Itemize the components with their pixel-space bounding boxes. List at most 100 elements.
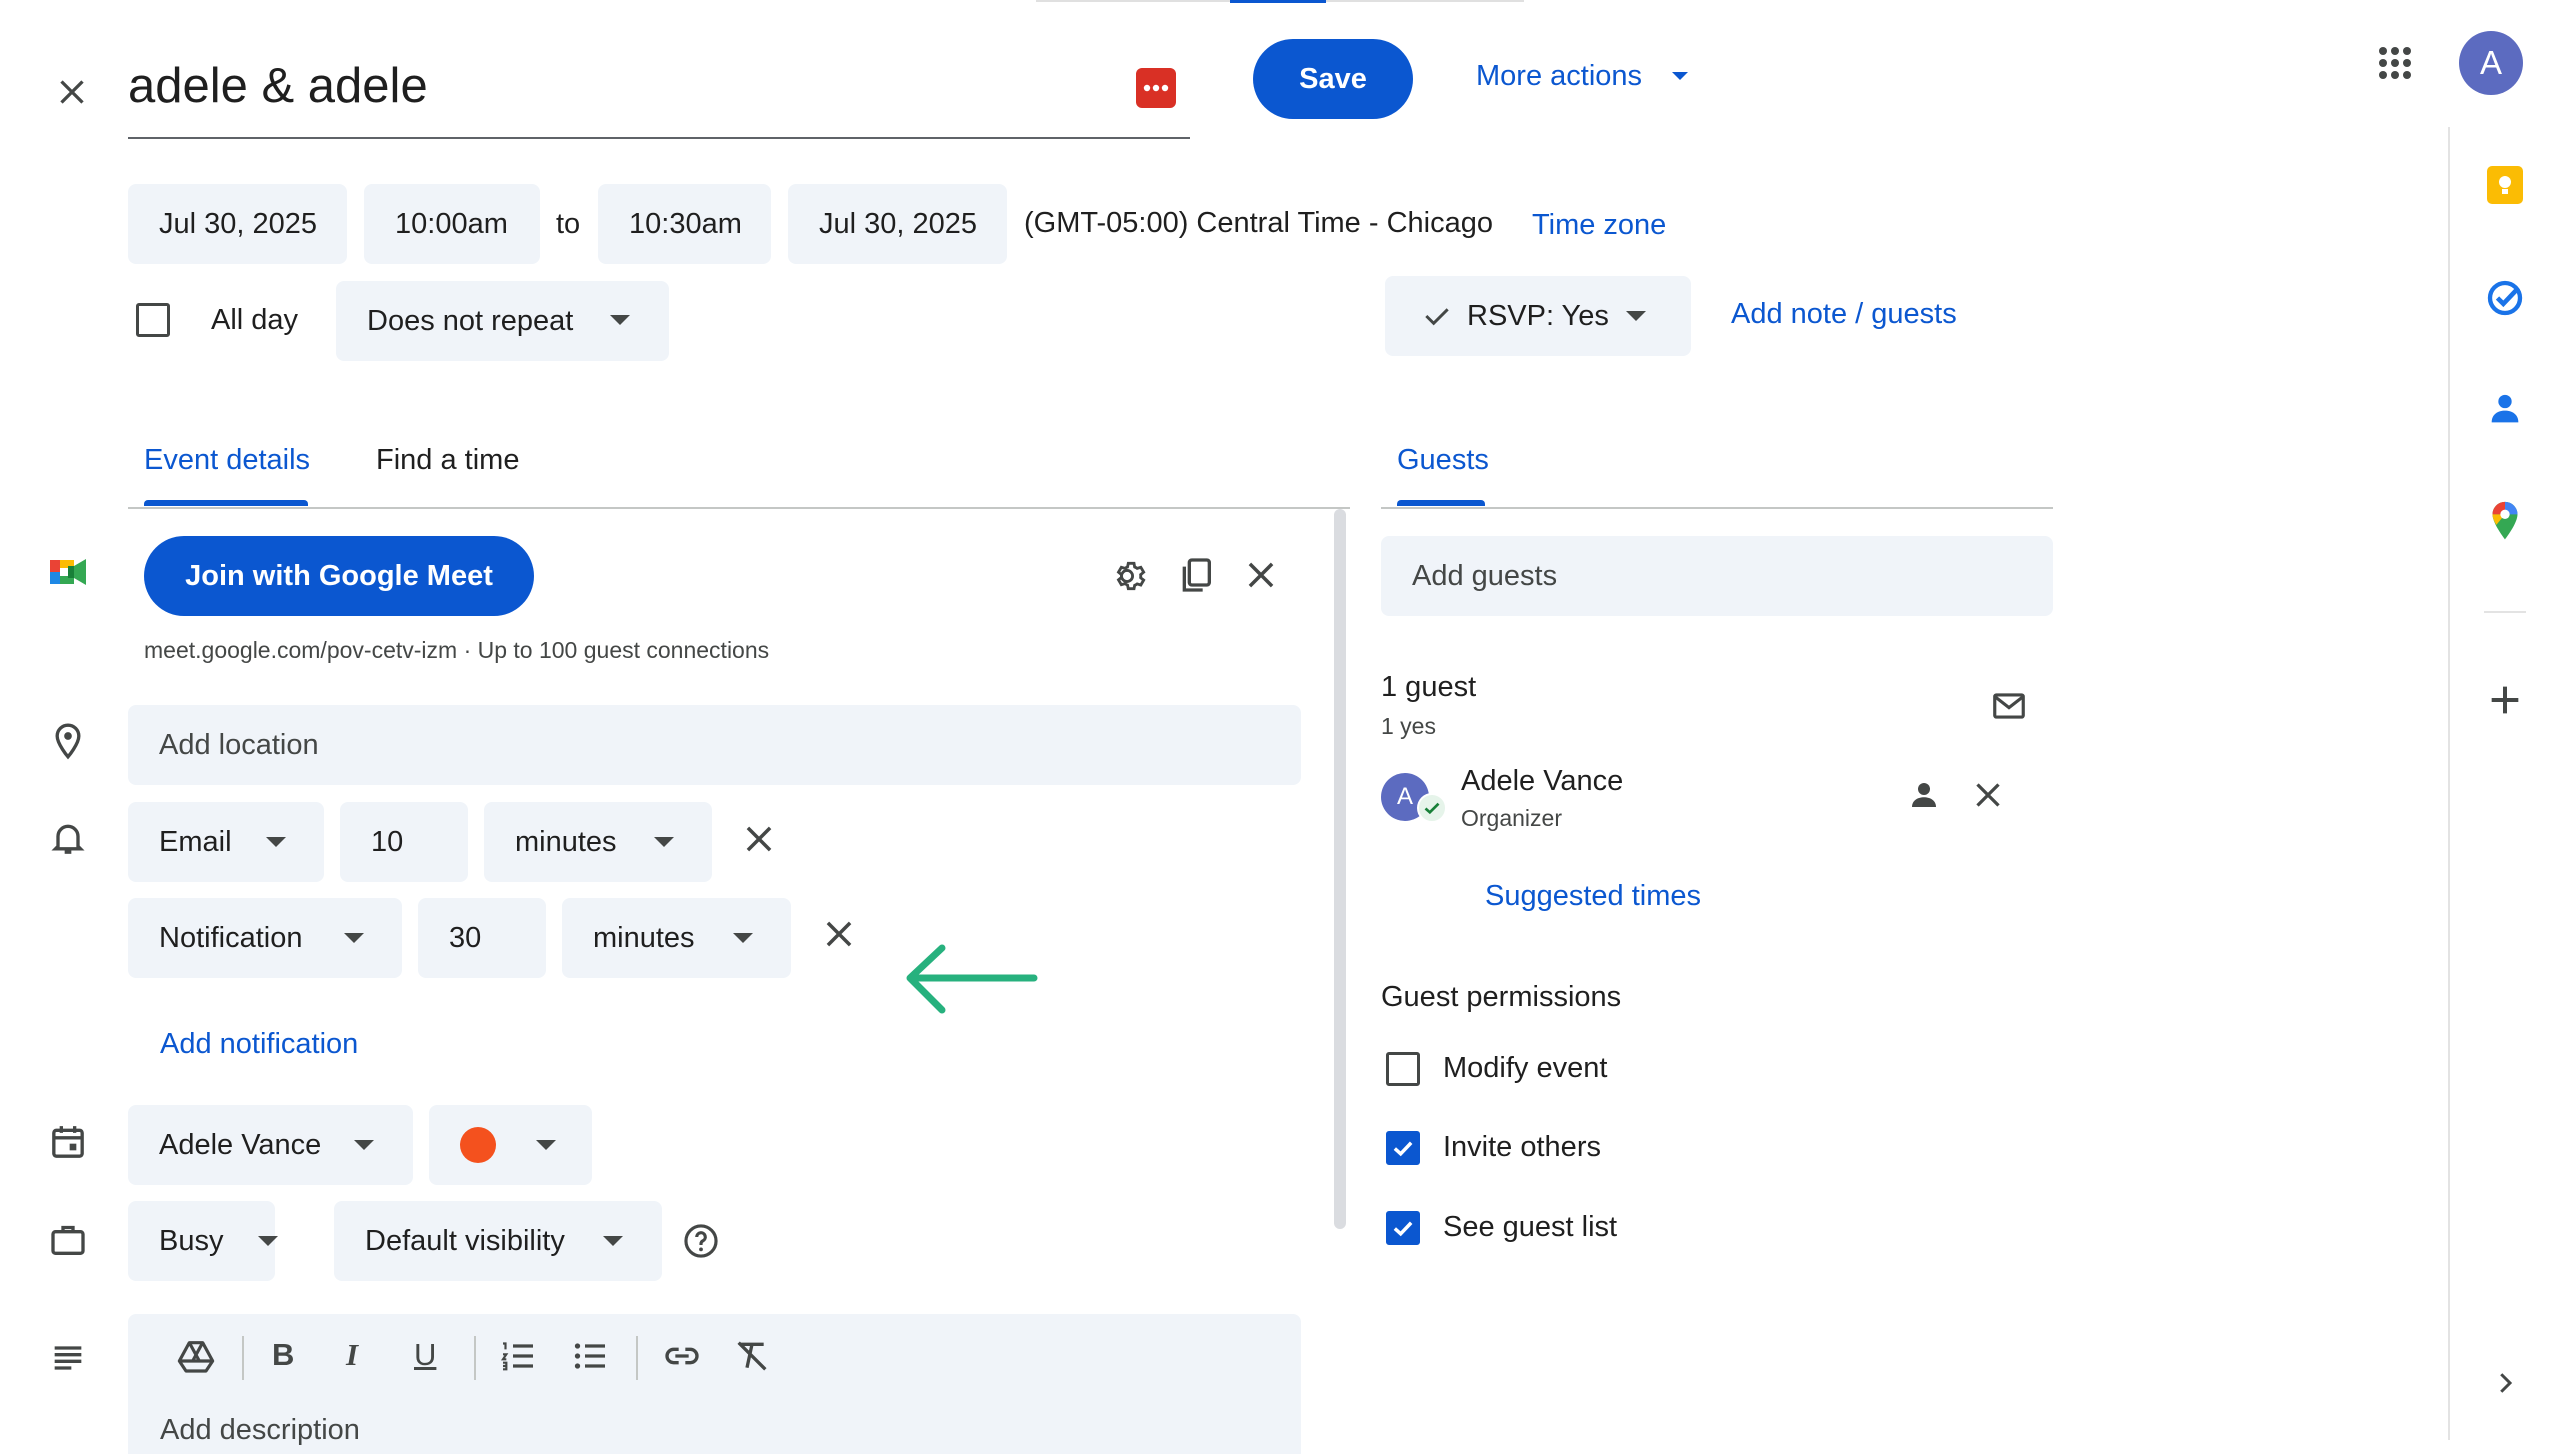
notification-2-method: Notification — [159, 921, 303, 954]
notification-2-unit: minutes — [593, 921, 695, 954]
tab-find-a-time[interactable]: Find a time — [376, 444, 519, 477]
add-guests-input[interactable]: Add guests — [1381, 536, 2053, 616]
end-date-field[interactable]: Jul 30, 2025 — [788, 184, 1007, 264]
copy-icon[interactable] — [1176, 555, 1216, 595]
bold-icon[interactable]: B — [272, 1337, 294, 1373]
start-date-field[interactable]: Jul 30, 2025 — [128, 184, 347, 264]
location-pin-icon — [55, 723, 81, 760]
side-panel-separator — [2484, 611, 2526, 613]
notification-2-amount-input[interactable]: 30 — [418, 898, 546, 978]
bulleted-list-icon[interactable] — [570, 1336, 610, 1376]
meet-icon — [50, 559, 86, 585]
description-placeholder[interactable]: Add description — [160, 1414, 360, 1447]
meet-info-text: meet.google.com/pov-cetv-izm · Up to 100… — [144, 637, 770, 663]
repeat-caret-icon[interactable] — [610, 315, 630, 325]
calendar-owner-caret-icon[interactable] — [354, 1140, 374, 1150]
suggested-times-link[interactable]: Suggested times — [1485, 880, 1701, 913]
guest-name: Adele Vance — [1461, 765, 1624, 797]
remove-notification-2-icon[interactable] — [820, 915, 858, 953]
guest-yes-count: 1 yes — [1381, 713, 1436, 739]
more-actions-caret-icon[interactable] — [1672, 72, 1688, 80]
apps-grid-icon[interactable] — [2375, 43, 2415, 83]
availability-status: Busy — [159, 1224, 224, 1257]
remove-notification-1-icon[interactable] — [740, 820, 778, 858]
remove-guest-icon[interactable] — [1970, 777, 2006, 813]
details-scrollbar[interactable] — [1334, 509, 1346, 1229]
save-button[interactable]: Save — [1253, 39, 1413, 119]
description-icon — [54, 1346, 82, 1370]
start-time-field[interactable]: 10:00am — [364, 184, 540, 264]
end-time-field[interactable]: 10:30am — [598, 184, 771, 264]
to-label: to — [556, 208, 581, 240]
calendar-owner: Adele Vance — [159, 1128, 322, 1161]
see-guest-list-checkbox[interactable] — [1386, 1211, 1420, 1245]
title-underline — [128, 137, 1190, 139]
help-icon[interactable] — [682, 1222, 720, 1260]
modify-event-checkbox[interactable] — [1386, 1052, 1420, 1086]
see-guest-list-label: See guest list — [1443, 1211, 1618, 1243]
visibility-value: Default visibility — [365, 1224, 565, 1257]
close-icon[interactable] — [54, 74, 90, 110]
add-note-guests-link[interactable]: Add note / guests — [1731, 298, 1957, 331]
notification-1-unit-caret-icon[interactable] — [654, 837, 674, 847]
all-day-checkbox[interactable] — [136, 303, 170, 337]
menu-dots-icon[interactable] — [1136, 68, 1176, 108]
availability-dropdown[interactable]: Busy — [128, 1201, 275, 1281]
timezone-text: (GMT-05:00) Central Time - Chicago — [1024, 207, 1493, 239]
clear-formatting-icon[interactable] — [732, 1336, 772, 1376]
calendar-icon — [52, 1126, 84, 1158]
rsvp-caret-icon[interactable] — [1626, 311, 1646, 321]
add-notification-link[interactable]: Add notification — [160, 1028, 358, 1061]
check-icon — [1425, 308, 1449, 326]
invite-others-checkbox[interactable] — [1386, 1131, 1420, 1165]
chevron-right-icon[interactable] — [2490, 1368, 2520, 1398]
drive-icon[interactable] — [176, 1336, 216, 1376]
time-zone-link[interactable]: Time zone — [1532, 209, 1666, 242]
repeat-value: Does not repeat — [367, 304, 574, 337]
notification-1-method-caret-icon[interactable] — [266, 837, 286, 847]
rsvp-label: RSVP: Yes — [1467, 299, 1609, 332]
maps-icon[interactable] — [2485, 499, 2525, 543]
contacts-icon[interactable] — [2485, 389, 2525, 429]
notification-1-amount-input[interactable]: 10 — [340, 802, 468, 882]
numbered-list-icon[interactable] — [498, 1336, 538, 1376]
notification-2-unit-caret-icon[interactable] — [733, 933, 753, 943]
guest-role: Organizer — [1461, 805, 1562, 831]
tab-event-details-indicator — [144, 500, 308, 506]
briefcase-icon — [51, 1225, 85, 1255]
guest-accepted-badge-icon — [1417, 793, 1447, 823]
plus-icon[interactable] — [2485, 680, 2525, 720]
annotation-arrow-icon — [906, 944, 1038, 1014]
availability-caret-icon[interactable] — [258, 1236, 278, 1246]
tab-event-details[interactable]: Event details — [144, 444, 310, 477]
invite-others-label: Invite others — [1443, 1131, 1601, 1163]
event-title-input[interactable]: adele & adele — [128, 58, 428, 114]
notification-2-unit-dropdown[interactable]: minutes — [562, 898, 791, 978]
more-actions-button[interactable]: More actions — [1476, 60, 1642, 93]
join-google-meet-button[interactable]: Join with Google Meet — [144, 536, 534, 616]
visibility-caret-icon[interactable] — [603, 1236, 623, 1246]
person-icon — [1912, 783, 1936, 807]
tasks-icon[interactable] — [2485, 278, 2525, 318]
event-color-swatch — [460, 1127, 496, 1163]
link-icon[interactable] — [662, 1336, 702, 1376]
location-input[interactable]: Add location — [128, 705, 1301, 785]
guests-tabs-divider — [1381, 507, 2053, 509]
notification-1-method-dropdown[interactable]: Email — [128, 802, 324, 882]
account-avatar[interactable]: A — [2459, 31, 2523, 95]
modify-event-label: Modify event — [1443, 1052, 1608, 1084]
mail-icon[interactable] — [1990, 687, 2028, 725]
notification-2-method-caret-icon[interactable] — [344, 933, 364, 943]
remove-meet-icon[interactable] — [1242, 556, 1280, 594]
tab-guests[interactable]: Guests — [1397, 444, 1489, 477]
bell-icon — [51, 824, 85, 854]
tabs-divider — [128, 507, 1350, 509]
event-color-caret-icon[interactable] — [536, 1140, 556, 1150]
keep-icon[interactable] — [2487, 166, 2523, 204]
notification-1-unit-dropdown[interactable]: minutes — [484, 802, 712, 882]
side-panel-divider — [2448, 127, 2450, 1440]
event-color-dropdown[interactable] — [429, 1105, 592, 1185]
gear-icon[interactable] — [1112, 557, 1150, 595]
underline-icon[interactable]: U — [414, 1337, 436, 1373]
italic-icon[interactable]: I — [346, 1337, 358, 1373]
